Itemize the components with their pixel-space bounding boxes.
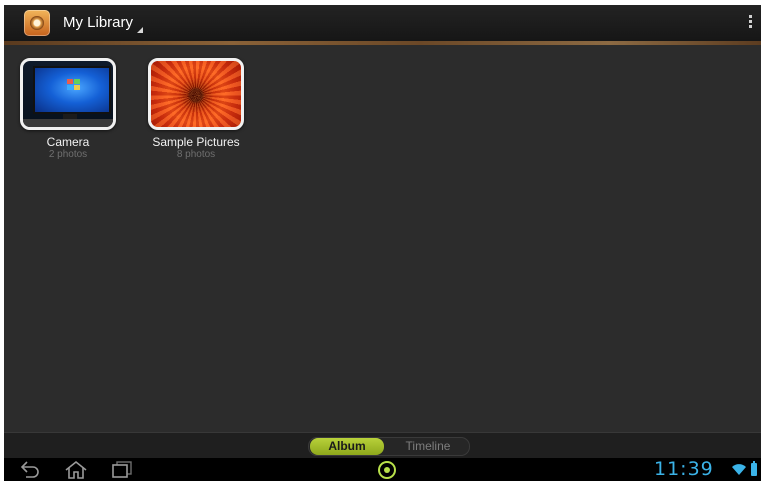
album-name: Sample Pictures (152, 135, 240, 149)
tab-album[interactable]: Album (310, 438, 384, 455)
page-title: My Library (63, 14, 134, 31)
home-icon[interactable] (64, 460, 88, 479)
windows-logo-icon (67, 79, 81, 91)
dropdown-arrow-icon[interactable] (137, 27, 143, 33)
album-sample-pictures[interactable]: Sample Pictures 8 photos (148, 58, 244, 160)
album-photo-count: 8 photos (176, 149, 216, 160)
system-bar: 11:39 (4, 458, 761, 481)
gallery-app-icon[interactable] (24, 10, 50, 36)
overflow-menu-icon[interactable] (748, 15, 754, 31)
album-photo-count: 2 photos (48, 149, 88, 160)
album-thumbnail[interactable] (148, 58, 244, 130)
album-thumbnail[interactable] (20, 58, 116, 130)
album-camera[interactable]: Camera 2 photos (20, 58, 116, 160)
launcher-icon[interactable] (378, 461, 396, 479)
wood-divider (4, 41, 761, 45)
wifi-icon (732, 464, 746, 475)
view-switcher: Album Timeline (308, 437, 470, 456)
screen: My Library Camera 2 photos Sample Pictur… (4, 5, 761, 481)
album-name: Camera (46, 135, 90, 149)
action-bar: My Library (4, 5, 761, 41)
tab-timeline[interactable]: Timeline (391, 438, 465, 455)
status-clock: 11:39 (654, 458, 714, 480)
library-dropdown[interactable]: My Library (63, 14, 133, 31)
battery-icon (751, 461, 757, 476)
view-tab-bar: Album Timeline (4, 432, 761, 458)
recent-apps-icon[interactable] (111, 460, 133, 479)
back-icon[interactable] (18, 460, 40, 479)
